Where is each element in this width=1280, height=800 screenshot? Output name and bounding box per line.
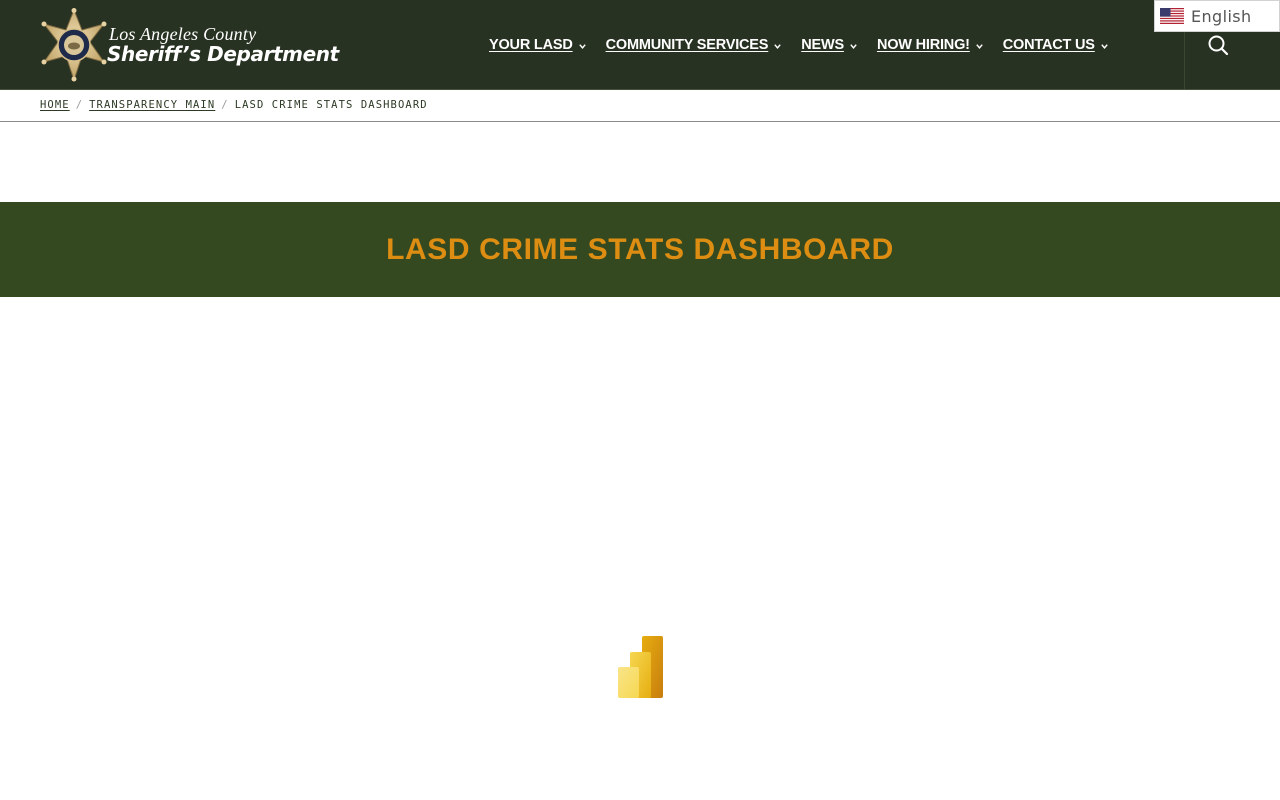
sheriff-star-badge-icon xyxy=(41,8,107,82)
language-label: English xyxy=(1191,6,1252,26)
us-flag-icon xyxy=(1160,8,1184,24)
breadcrumb: HOME / TRANSPARENCY MAIN / LASD CRIME ST… xyxy=(0,90,1280,122)
breadcrumb-transparency-link[interactable]: TRANSPARENCY MAIN xyxy=(89,99,215,111)
nav-news-label: NEWS xyxy=(801,37,844,53)
breadcrumb-separator: / xyxy=(75,99,84,111)
page-title: LASD CRIME STATS DASHBOARD xyxy=(386,232,894,266)
embedded-report-frame[interactable] xyxy=(0,297,1280,800)
chevron-down-icon xyxy=(1101,43,1108,49)
main-navigation: YOUR LASD COMMUNITY SERVICES NEWS NOW HI… xyxy=(489,35,1109,55)
breadcrumb-separator: / xyxy=(221,99,229,111)
nav-community-services-label: COMMUNITY SERVICES xyxy=(605,37,769,53)
site-header: Los Angeles County Sheriff’s Department … xyxy=(0,0,1280,90)
nav-now-hiring-label: NOW HIRING! xyxy=(876,37,970,53)
nav-now-hiring[interactable]: NOW HIRING! xyxy=(877,37,984,53)
site-logo-link[interactable]: Los Angeles County Sheriff’s Department xyxy=(38,8,398,84)
chevron-down-icon xyxy=(976,43,983,49)
chevron-down-icon xyxy=(578,43,586,49)
nav-news[interactable]: NEWS xyxy=(801,37,858,53)
breadcrumb-trail: HOME / TRANSPARENCY MAIN / LASD CRIME ST… xyxy=(40,99,428,111)
breadcrumb-current: LASD CRIME STATS DASHBOARD xyxy=(234,99,428,111)
nav-contact-us[interactable]: CONTACT US xyxy=(1003,37,1109,53)
power-bi-logo-icon xyxy=(618,636,663,698)
nav-contact-us-label: CONTACT US xyxy=(1002,37,1095,53)
nav-community-services[interactable]: COMMUNITY SERVICES xyxy=(606,37,783,53)
language-selector[interactable]: English xyxy=(1154,0,1280,32)
chevron-down-icon xyxy=(774,43,781,49)
nav-your-lasd-label: YOUR LASD xyxy=(489,37,573,53)
breadcrumb-home-link[interactable]: HOME xyxy=(40,99,70,111)
search-icon[interactable] xyxy=(1206,33,1230,57)
logo-department-text: Sheriff’s Department xyxy=(107,42,339,66)
page-title-banner: LASD CRIME STATS DASHBOARD xyxy=(0,202,1280,297)
chevron-down-icon xyxy=(850,43,857,49)
nav-your-lasd[interactable]: YOUR LASD xyxy=(489,37,587,53)
